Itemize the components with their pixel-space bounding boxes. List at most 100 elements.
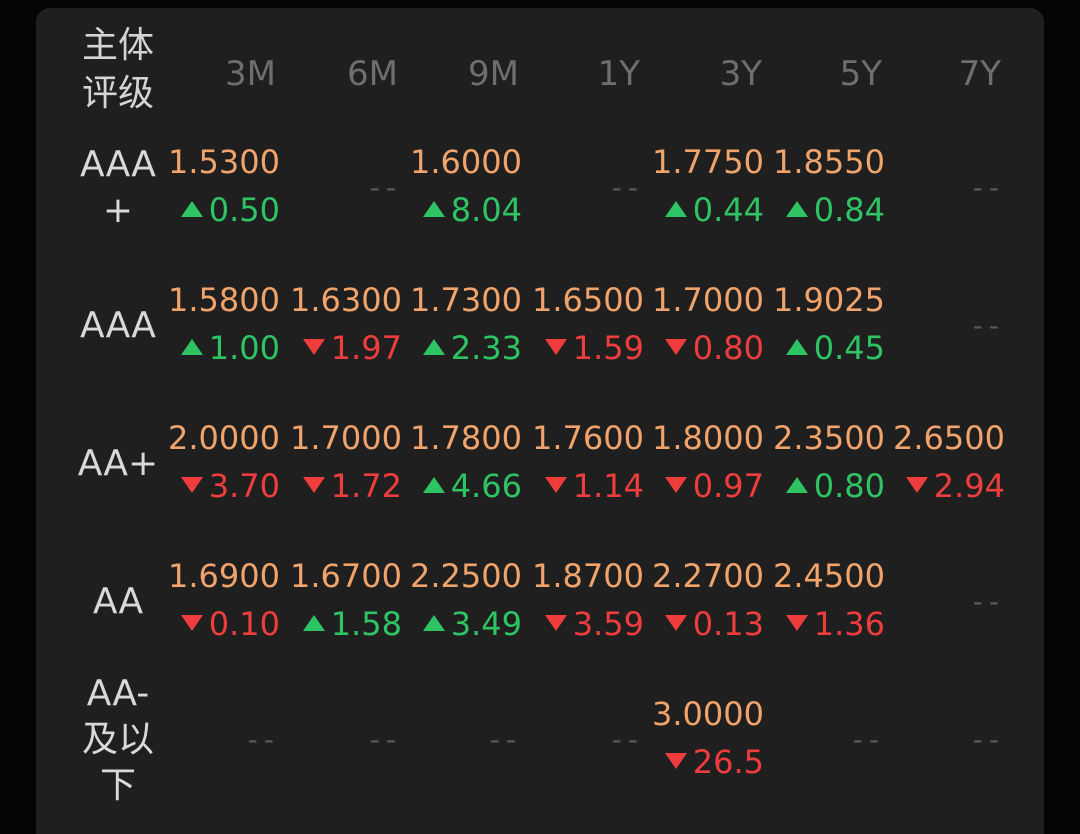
empty-cell: -- [972,309,1005,342]
yield-change-value: 1.97 [330,329,402,367]
yield-value: 3.0000 [652,695,764,733]
yield-value: 1.7750 [652,143,764,181]
tenor-header-6m[interactable]: 6M [278,50,398,98]
yield-cell[interactable]: 1.5300 0.50 [168,138,280,238]
yield-cell[interactable]: 1.8550 0.84 [773,138,885,238]
triangle-up-icon [785,477,808,493]
yield-change-value: 0.13 [692,605,764,643]
yield-change: 4.66 [410,462,522,510]
yield-value: 2.2700 [652,557,764,595]
yield-cell[interactable]: 1.7000 1.72 [290,414,402,514]
yield-cell[interactable]: 1.7000 0.80 [652,276,764,376]
yield-change: 1.14 [532,462,644,510]
yield-change: 0.84 [773,186,885,234]
yield-cell[interactable]: 1.7750 0.44 [652,138,764,238]
yield-change-value: 0.50 [208,191,280,229]
yield-change-value: 0.80 [692,329,764,367]
yield-change: 0.13 [652,600,764,648]
yield-change: 0.80 [652,324,764,372]
yield-cell[interactable]: 2.2500 3.49 [410,552,522,652]
yield-change: 2.94 [893,462,1005,510]
yield-cell[interactable]: 1.6300 1.97 [290,276,402,376]
empty-cell: -- [611,171,644,204]
yield-change: 1.72 [290,462,402,510]
tenor-header-3y[interactable]: 3Y [642,50,762,98]
yield-change: 2.33 [410,324,522,372]
yield-value: 1.6300 [290,281,402,319]
yield-change: 0.97 [652,462,764,510]
yield-cell[interactable]: 2.3500 0.80 [773,414,885,514]
yield-change: 0.10 [168,600,280,648]
yield-cell[interactable]: 1.7600 1.14 [532,414,644,514]
yield-value: 2.2500 [410,557,522,595]
yield-cell[interactable]: 1.7800 4.66 [410,414,522,514]
tenor-header-5y[interactable]: 5Y [762,50,882,98]
yield-change-value: 2.33 [450,329,522,367]
yield-cell[interactable]: 1.5800 1.00 [168,276,280,376]
yield-cell[interactable]: 1.6900 0.10 [168,552,280,652]
rating-label-line: AA- [86,673,150,714]
yield-change: 1.58 [290,600,402,648]
triangle-up-icon [422,477,445,493]
yield-value: 2.6500 [893,419,1005,457]
yield-change-value: 0.10 [208,605,280,643]
triangle-up-icon [664,201,687,217]
triangle-down-icon [180,477,203,493]
yield-change-value: 0.80 [813,467,885,505]
yield-value: 1.7300 [410,281,522,319]
triangle-up-icon [302,615,325,631]
yield-value: 2.0000 [168,419,280,457]
yield-change-value: 1.00 [208,329,280,367]
yield-cell[interactable]: 2.2700 0.13 [652,552,764,652]
triangle-down-icon [664,339,687,355]
yield-cell[interactable]: 2.6500 2.94 [893,414,1005,514]
yield-cell[interactable]: 1.8000 0.97 [652,414,764,514]
tenor-header-3m[interactable]: 3M [156,50,276,98]
triangle-up-icon [785,339,808,355]
triangle-up-icon [422,201,445,217]
yield-change: 1.97 [290,324,402,372]
triangle-down-icon [302,477,325,493]
tenor-header-7y[interactable]: 7Y [881,50,1001,98]
yield-cell[interactable]: 2.4500 1.36 [773,552,885,652]
rating-label-line: 下 [99,765,136,806]
yield-value: 1.7600 [532,419,644,457]
triangle-down-icon [664,615,687,631]
yield-cell[interactable]: 1.6700 1.58 [290,552,402,652]
triangle-up-icon [785,201,808,217]
yield-cell[interactable]: 1.6500 1.59 [532,276,644,376]
empty-cell: -- [489,723,522,756]
empty-cell: -- [972,585,1005,618]
yield-cell[interactable]: 3.0000 26.5 [652,690,764,790]
yield-change-value: 8.04 [450,191,522,229]
empty-cell: -- [611,723,644,756]
yield-change: 0.50 [168,186,280,234]
yield-cell[interactable]: 1.9025 0.45 [773,276,885,376]
triangle-down-icon [180,615,203,631]
yield-change: 1.36 [773,600,885,648]
yield-change: 0.44 [652,186,764,234]
yield-change-value: 0.84 [813,191,885,229]
tenor-header-9m[interactable]: 9M [399,50,519,98]
yield-cell[interactable]: 1.6000 8.04 [410,138,522,238]
triangle-down-icon [544,339,567,355]
yield-cell[interactable]: 1.8700 3.59 [532,552,644,652]
yield-cell[interactable]: 1.7300 2.33 [410,276,522,376]
tenor-header-1y[interactable]: 1Y [520,50,640,98]
yield-change-value: 26.5 [692,743,764,781]
triangle-down-icon [664,477,687,493]
empty-cell: -- [852,723,885,756]
yield-change-value: 1.59 [572,329,644,367]
yield-value: 1.8550 [773,143,885,181]
empty-cell: -- [247,723,280,756]
yield-cell[interactable]: 2.0000 3.70 [168,414,280,514]
yield-change: 1.59 [532,324,644,372]
yield-value: 1.9025 [773,281,885,319]
yield-value: 2.3500 [773,419,885,457]
yield-change-value: 0.44 [692,191,764,229]
triangle-down-icon [302,339,325,355]
yield-change-value: 1.14 [572,467,644,505]
yield-change: 8.04 [410,186,522,234]
triangle-up-icon [180,339,203,355]
yield-change-value: 4.66 [450,467,522,505]
